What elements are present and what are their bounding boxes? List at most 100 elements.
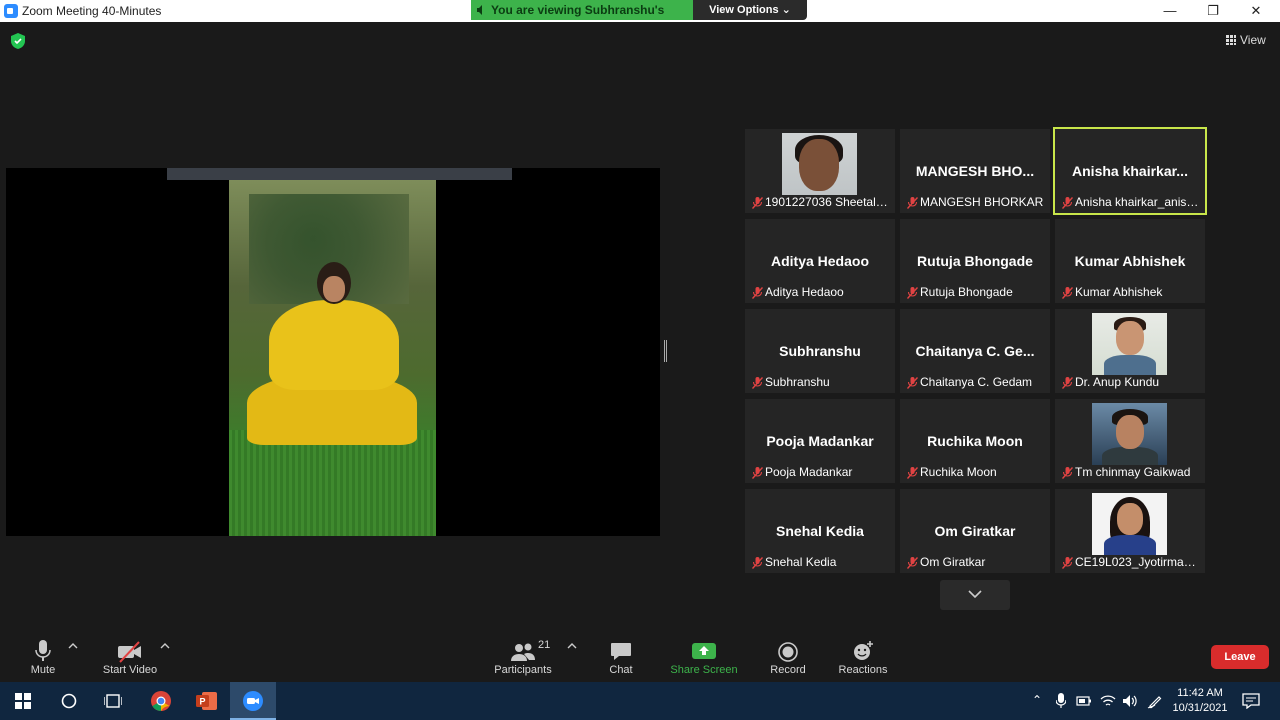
share-screen-icon (668, 636, 740, 664)
security-shield-icon[interactable] (11, 33, 25, 49)
taskbar-chrome[interactable] (138, 682, 184, 720)
participant-tile[interactable]: Chaitanya C. Ge... Chaitanya C. Gedam (900, 309, 1050, 393)
participant-video (1092, 313, 1167, 375)
shared-screen[interactable] (6, 168, 660, 536)
view-options-button[interactable]: View Options ⌄ (693, 0, 807, 20)
record-label: Record (770, 664, 806, 676)
participant-name: Om Giratkar (920, 555, 986, 569)
participant-display-name: Chaitanya C. Ge... (915, 343, 1035, 359)
participant-tile[interactable]: Aditya Hedaoo Aditya Hedaoo (745, 219, 895, 303)
participant-name-label: MANGESH BHORKAR (903, 194, 1046, 210)
participant-name: Chaitanya C. Gedam (920, 375, 1033, 389)
participant-video (782, 133, 857, 195)
grid-view-icon (1226, 35, 1236, 45)
battery-icon[interactable] (1076, 695, 1092, 707)
close-window-button[interactable]: ✕ (1241, 2, 1271, 20)
participant-name: Dr. Anup Kundu (1075, 375, 1160, 389)
cortana-circle-icon (61, 693, 77, 709)
participant-tile[interactable]: 1901227036 Sheetal ... (745, 129, 895, 213)
participant-display-name: Aditya Hedaoo (770, 253, 869, 269)
participant-name: CE19L023_Jyotirmaye... (1075, 555, 1202, 569)
muted-microphone-icon (1061, 557, 1074, 569)
participant-name: MANGESH BHORKAR (920, 195, 1044, 209)
participant-tile[interactable]: CE19L023_Jyotirmaye... (1055, 489, 1205, 573)
participant-name-label: Anisha khairkar_anish... (1058, 194, 1202, 210)
participant-tile[interactable]: Ruchika Moon Ruchika Moon (900, 399, 1050, 483)
restore-button[interactable]: ❐ (1198, 2, 1228, 20)
shared-video-frame (229, 180, 436, 536)
start-video-button[interactable]: Start Video (100, 636, 160, 676)
muted-microphone-icon (751, 287, 764, 299)
participant-name: Pooja Madankar (765, 465, 853, 479)
show-hidden-icons-button[interactable]: ⌃ (1032, 693, 1042, 707)
participant-tile[interactable]: Anisha khairkar... Anisha khairkar_anish.… (1053, 127, 1207, 215)
participant-name-label: CE19L023_Jyotirmaye... (1058, 554, 1202, 570)
participant-name-label: Rutuja Bhongade (903, 284, 1016, 300)
participant-tile[interactable]: Pooja Madankar Pooja Madankar (745, 399, 895, 483)
chat-icon (600, 636, 642, 664)
participant-name: Kumar Abhishek (1075, 285, 1163, 299)
muted-microphone-icon (906, 557, 919, 569)
record-button[interactable]: Record (765, 636, 811, 676)
participant-display-name: MANGESH BHO... (915, 163, 1035, 179)
muted-microphone-icon (906, 287, 919, 299)
video-off-icon (100, 636, 160, 664)
participant-name-label: Tm chinmay Gaikwad (1058, 464, 1193, 480)
reactions-button[interactable]: Reactions (836, 636, 890, 676)
shared-screen-topbar (167, 168, 512, 180)
windows-logo-icon (15, 693, 31, 709)
mute-button[interactable]: Mute (20, 636, 66, 676)
gallery-view: 1901227036 Sheetal ... MANGESH BHO... MANG… (745, 127, 1207, 573)
wifi-icon[interactable] (1100, 694, 1116, 708)
task-view-icon (104, 694, 122, 708)
participant-tile[interactable]: Kumar Abhishek Kumar Abhishek (1055, 219, 1205, 303)
chevron-up-icon[interactable] (68, 642, 78, 650)
taskbar-powerpoint[interactable]: P (184, 682, 230, 720)
participant-tile[interactable]: Dr. Anup Kundu (1055, 309, 1205, 393)
task-view-button[interactable] (90, 682, 136, 720)
participant-tile[interactable]: Subhranshu Subhranshu (745, 309, 895, 393)
participant-video (1092, 403, 1167, 465)
clock-time: 11:42 AM (1177, 687, 1223, 699)
participant-name-label: Ruchika Moon (903, 464, 1000, 480)
muted-microphone-icon (751, 197, 764, 209)
chevron-up-icon[interactable] (160, 642, 170, 650)
share-screen-button[interactable]: Share Screen (668, 636, 740, 676)
search-button[interactable] (46, 682, 92, 720)
start-video-label: Start Video (102, 664, 158, 676)
volume-icon[interactable] (1122, 694, 1138, 708)
viewing-screen-banner: You are viewing Subhranshu's screen (471, 0, 693, 37)
participant-tile[interactable]: MANGESH BHO... MANGESH BHORKAR (900, 129, 1050, 213)
participant-name: Subhranshu (765, 375, 830, 389)
view-button[interactable]: View (1226, 33, 1266, 47)
start-button[interactable] (0, 682, 46, 720)
participant-name: Anisha khairkar_anish... (1075, 195, 1202, 209)
participant-name: Snehal Kedia (765, 555, 837, 569)
record-icon (765, 636, 811, 664)
pen-icon[interactable] (1147, 693, 1163, 709)
participant-name-label: Aditya Hedaoo (748, 284, 847, 300)
gallery-next-page-button[interactable] (940, 580, 1010, 610)
participant-tile[interactable]: Om Giratkar Om Giratkar (900, 489, 1050, 573)
taskbar-zoom[interactable] (230, 682, 276, 720)
chat-button[interactable]: Chat (600, 636, 642, 676)
participants-label: Participants (494, 664, 552, 676)
microphone-icon (20, 636, 66, 664)
taskbar-clock[interactable]: 11:42 AM 10/31/2021 (1168, 686, 1232, 716)
zoom-icon (243, 691, 263, 711)
muted-microphone-icon (906, 197, 919, 209)
participant-tile[interactable]: Tm chinmay Gaikwad (1055, 399, 1205, 483)
participant-name: Rutuja Bhongade (920, 285, 1013, 299)
participant-name-label: Kumar Abhishek (1058, 284, 1165, 300)
participant-name-label: Om Giratkar (903, 554, 988, 570)
participant-tile[interactable]: Snehal Kedia Snehal Kedia (745, 489, 895, 573)
chevron-up-icon[interactable] (567, 642, 577, 650)
split-resize-handle[interactable] (664, 340, 667, 362)
participant-tile[interactable]: Rutuja Bhongade Rutuja Bhongade (900, 219, 1050, 303)
microphone-tray-icon[interactable] (1056, 693, 1066, 709)
participant-name-label: Chaitanya C. Gedam (903, 374, 1035, 390)
minimize-button[interactable]: — (1155, 2, 1185, 20)
leave-button[interactable]: Leave (1211, 645, 1269, 669)
notifications-icon[interactable] (1242, 693, 1260, 709)
participant-name: 1901227036 Sheetal ... (765, 195, 890, 209)
